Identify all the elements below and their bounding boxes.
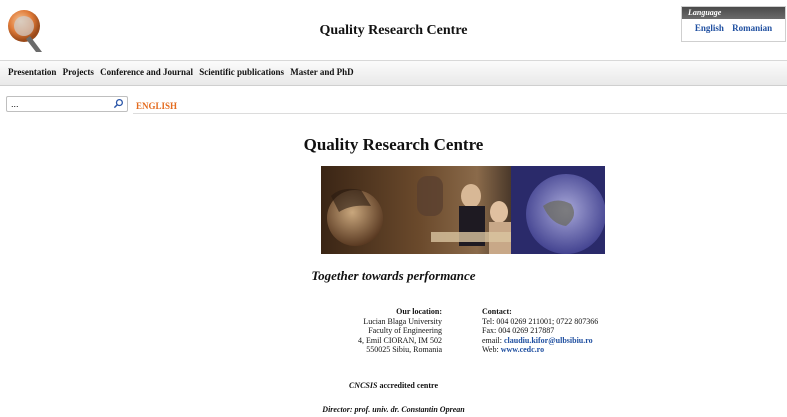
search-box — [6, 96, 128, 112]
contact-web-label: Web: — [482, 345, 501, 354]
location-line: Faculty of Engineering — [368, 326, 442, 335]
location-line: 4, Emil CIORAN, IM 502 — [358, 335, 442, 345]
location-line: Lucian Blaga University — [363, 316, 442, 326]
site-title: Quality Research Centre — [319, 23, 468, 38]
nav-item-master-phd[interactable]: Master and PhD — [290, 67, 353, 77]
nav-item-conference-journal[interactable]: Conference and Journal — [100, 67, 193, 77]
location-heading: Our location: — [396, 307, 442, 316]
director-text: Director: prof. univ. dr. Constantin Opr… — [322, 405, 465, 414]
search-input[interactable] — [11, 98, 107, 109]
accreditation-org: CNCSIS — [348, 381, 378, 390]
contact-web-link[interactable]: www.cedc.ro — [501, 345, 544, 354]
nav-item-projects[interactable]: Projects — [63, 67, 94, 77]
contact-heading: Contact: — [482, 307, 512, 316]
location-line: 550025 Sibiu, Romania — [366, 345, 442, 354]
language-heading: Language — [682, 7, 785, 19]
main-nav: Presentation Projects Conference and Jou… — [0, 60, 787, 86]
nav-item-scientific-publications[interactable]: Scientific publications — [199, 67, 284, 77]
language-links: English Romanian — [682, 19, 785, 33]
nav-items: Presentation Projects Conference and Jou… — [8, 67, 358, 77]
accreditation-text: CNCSIS accredited centre — [0, 381, 787, 390]
language-selector: Language English Romanian — [681, 6, 786, 42]
search-icon[interactable] — [113, 98, 124, 109]
contact-block: Contact: Tel: 004 0269 211001; 0722 8073… — [482, 307, 682, 355]
contact-web-row: Web: www.cedc.ro — [482, 345, 682, 355]
tagline: Together towards performance — [311, 268, 476, 283]
contact-email-row: email: claudiu.kifor@ulbsibiu.ro — [482, 336, 682, 346]
language-romanian-link[interactable]: Romanian — [732, 23, 772, 33]
contact-email-label: email: — [482, 335, 504, 345]
contact-fax: Fax: 004 0269 217887 — [482, 326, 555, 335]
site-header: Quality Research Centre Language English… — [0, 0, 787, 60]
current-language-label: ENGLISH — [136, 101, 178, 111]
banner-image — [321, 166, 605, 254]
location-block: Our location: Lucian Blaga University Fa… — [320, 307, 442, 355]
accreditation-suffix: accredited centre — [377, 381, 439, 390]
content-divider — [133, 113, 787, 114]
contact-tel: Tel: 004 0269 211001; 0722 807366 — [482, 316, 599, 326]
language-english-link[interactable]: English — [695, 23, 724, 33]
contact-email-link[interactable]: claudiu.kifor@ulbsibiu.ro — [504, 336, 593, 345]
page-title: Quality Research Centre — [303, 135, 484, 154]
nav-item-presentation[interactable]: Presentation — [8, 67, 56, 77]
